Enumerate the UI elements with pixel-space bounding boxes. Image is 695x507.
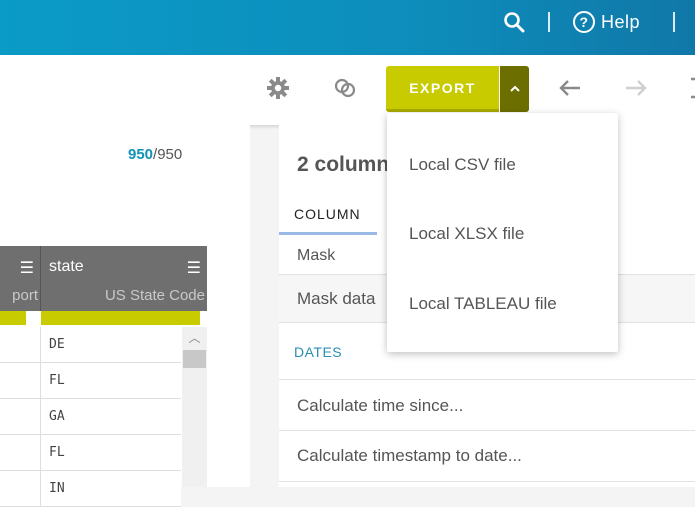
row-counter: 950/950 [128,146,182,163]
quality-bar [0,311,26,325]
column-type-label: US State Code [104,287,205,304]
header-divider [673,12,675,32]
menu-item-local-tableau[interactable]: Local TABLEAU file [409,294,557,314]
menu-item-local-xlsx[interactable]: Local XLSX file [409,224,524,244]
scrollbar-thumb[interactable] [183,350,206,368]
action-calculate-timestamp-to-date[interactable]: Calculate timestamp to date... [279,431,695,482]
chevron-up-icon [509,85,520,92]
action-calculate-time-since[interactable]: Calculate time since... [279,380,695,431]
table-cell[interactable]: DE [40,327,181,363]
table-cell[interactable]: FL [40,363,181,399]
scroll-up-icon[interactable]: ︿ [182,327,207,349]
header-divider [548,12,550,32]
menu-item-local-csv[interactable]: Local CSV file [409,155,516,175]
column-name: state [49,258,84,275]
quality-bar [41,311,200,325]
help-link[interactable]: ? Help [573,9,640,35]
redo-arrow-icon[interactable] [624,76,648,100]
question-icon: ? [573,11,595,33]
undo-arrow-icon[interactable] [558,76,582,100]
active-tab-indicator [279,232,377,235]
search-icon[interactable] [503,11,525,33]
export-button[interactable]: EXPORT [386,66,499,112]
table-cell[interactable] [0,327,40,363]
column-menu-icon[interactable]: ☰ [187,258,201,278]
export-menu: Local CSV file Local XLSX file Local TAB… [387,113,618,352]
link-circles-icon[interactable] [333,76,357,100]
column-header-previous[interactable]: ☰ port [0,246,40,311]
app-header: ? Help [0,0,695,55]
rows-total: /950 [153,146,183,163]
table-cell[interactable]: GA [40,399,181,435]
table-cell[interactable] [0,471,40,507]
help-label: Help [601,11,641,32]
table-cell[interactable]: FL [40,435,181,471]
column-menu-icon[interactable]: ☰ [20,258,34,278]
export-dropdown-toggle[interactable] [500,66,529,112]
section-dates: DATES [294,344,343,360]
rows-shown: 950 [128,146,154,163]
table-cell[interactable] [0,363,40,399]
fullscreen-icon[interactable] [688,76,695,100]
table-cell[interactable] [0,399,40,435]
column-header-state[interactable]: state ☰ US State Code [41,246,207,311]
tab-column[interactable]: COLUMN [294,206,361,222]
table-cell[interactable] [0,435,40,471]
table-cell[interactable]: IN [40,471,181,507]
panel-title: 2 column [297,153,390,176]
gear-icon[interactable] [266,76,290,100]
column-type-label: port [12,287,38,304]
